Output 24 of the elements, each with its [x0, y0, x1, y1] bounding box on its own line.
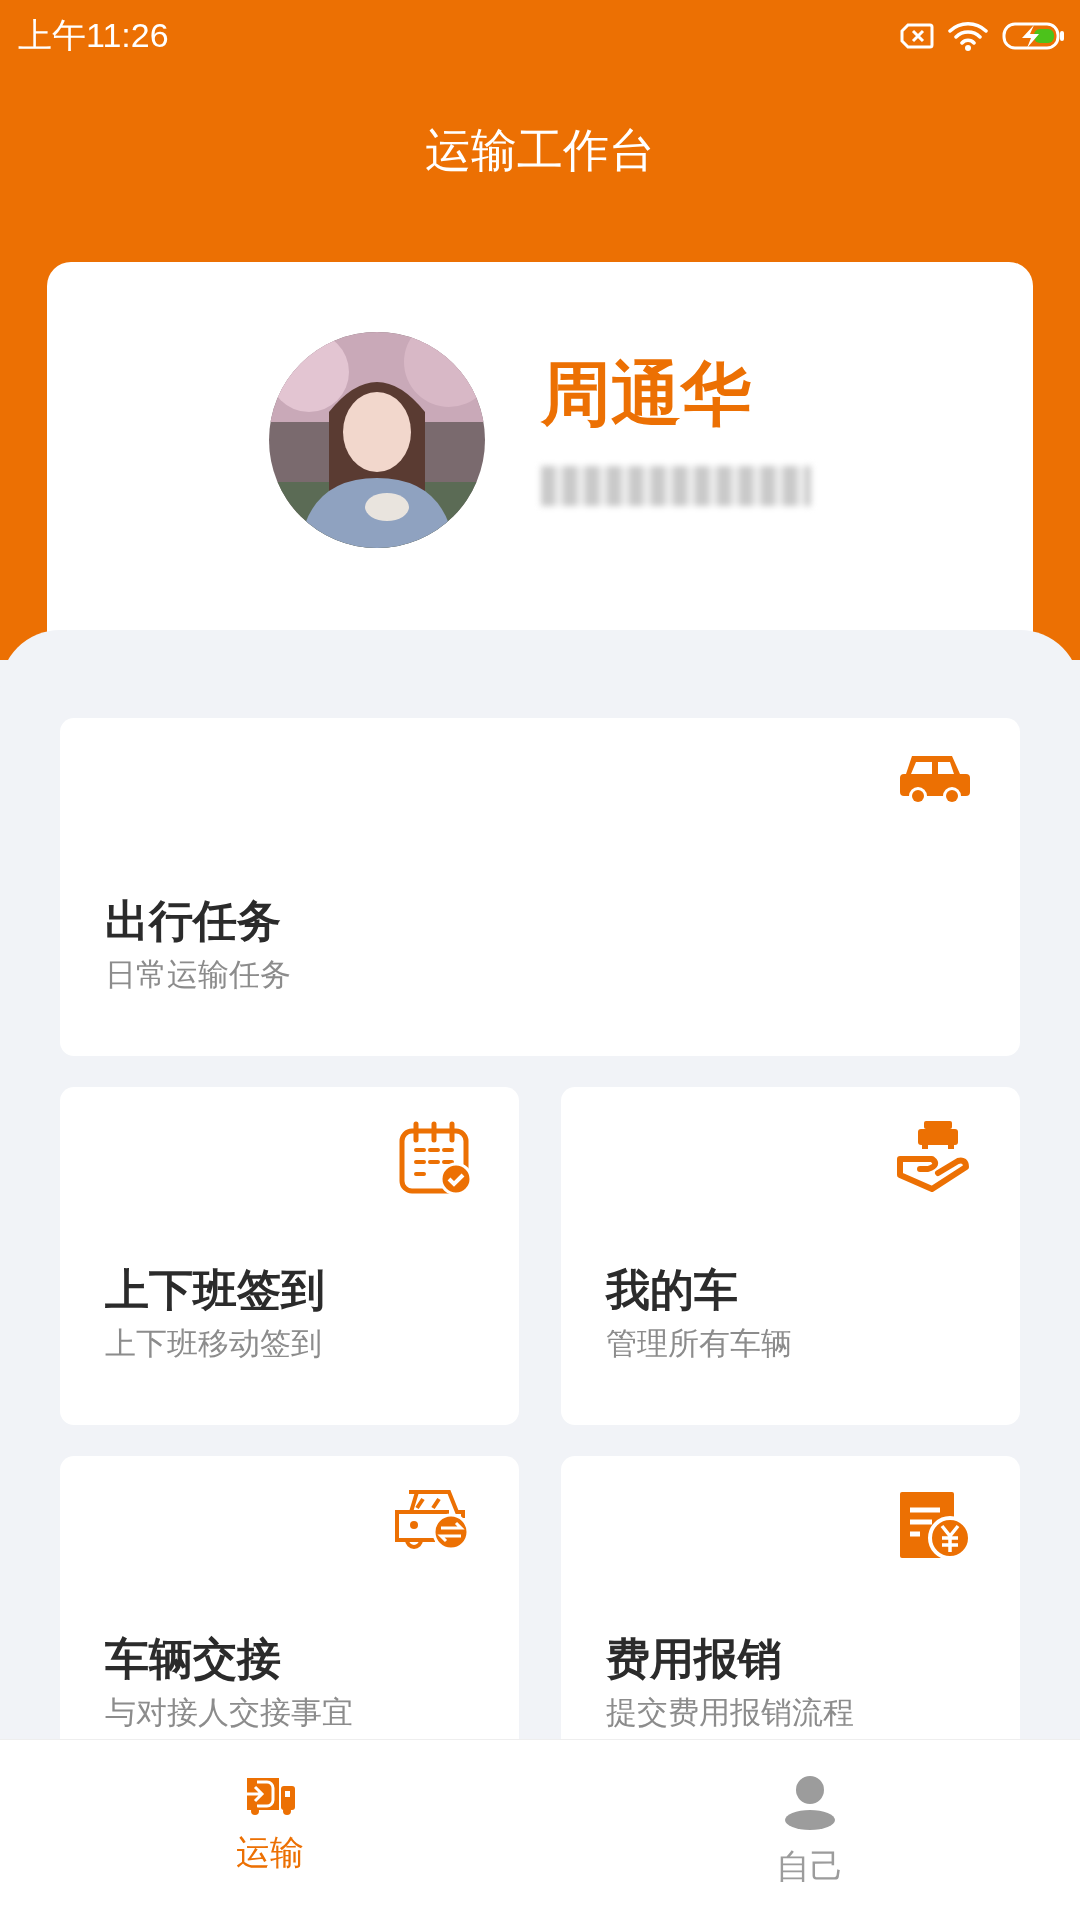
tile-subtitle: 日常运输任务	[105, 956, 292, 993]
car-on-hand-icon	[896, 1121, 972, 1195]
menu-tile[interactable]: 费用报销 提交费用报销流程	[561, 1456, 1020, 1740]
tile-subtitle: 提交费用报销流程	[606, 1694, 855, 1731]
tile-title: 我的车	[606, 1265, 739, 1316]
menu-tile[interactable]: 上下班签到 上下班移动签到	[60, 1087, 519, 1425]
wifi-icon	[948, 21, 988, 51]
calendar-check-icon	[399, 1121, 471, 1195]
tile-title: 上下班签到	[105, 1265, 326, 1316]
status-time: 上午11:26	[18, 15, 169, 56]
battery-icon	[1002, 21, 1066, 51]
user-name: 周通华	[541, 352, 752, 436]
page-title: 运输工作台	[424, 122, 656, 179]
tile-subtitle: 管理所有车辆	[606, 1325, 793, 1362]
sim-icon	[900, 23, 934, 49]
tile-subtitle: 上下班移动签到	[105, 1325, 323, 1362]
menu-tile[interactable]: 车辆交接 与对接人交接事宜	[60, 1456, 519, 1740]
tile-title: 出行任务	[105, 896, 282, 947]
tile-subtitle: 与对接人交接事宜	[105, 1694, 354, 1731]
person-icon	[784, 1776, 836, 1830]
menu-tile[interactable]: 我的车 管理所有车辆	[561, 1087, 1020, 1425]
tile-title: 费用报销	[606, 1634, 783, 1685]
menu-tile[interactable]: 出行任务 日常运输任务	[60, 718, 1020, 1056]
tile-title: 车辆交接	[105, 1634, 282, 1685]
